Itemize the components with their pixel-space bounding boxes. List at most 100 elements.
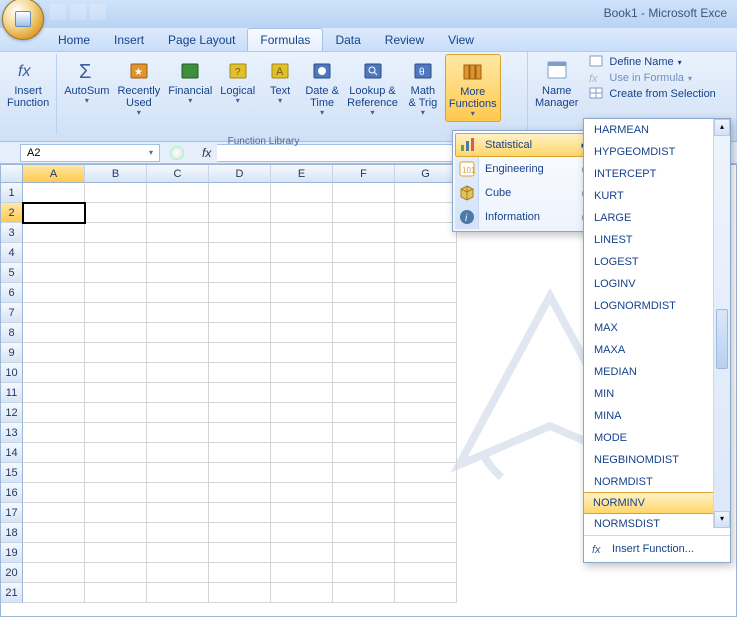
row-header[interactable]: 19: [1, 543, 23, 563]
insert-function-menu-item[interactable]: fx Insert Function...: [584, 535, 730, 562]
stat-item-hypgeomdist[interactable]: HYPGEOMDIST: [584, 141, 730, 163]
stat-item-normdist[interactable]: NORMDIST: [584, 471, 730, 493]
tab-data[interactable]: Data: [323, 29, 372, 51]
menu-item-cube[interactable]: Cube: [455, 181, 595, 205]
cell[interactable]: [395, 343, 457, 363]
cell[interactable]: [395, 483, 457, 503]
cell[interactable]: [333, 443, 395, 463]
cell[interactable]: [209, 423, 271, 443]
tab-page-layout[interactable]: Page Layout: [156, 29, 247, 51]
cell[interactable]: [271, 443, 333, 463]
cell[interactable]: [85, 543, 147, 563]
define-name-button[interactable]: Define Name▾: [587, 54, 717, 70]
cell[interactable]: [209, 223, 271, 243]
row-header[interactable]: 4: [1, 243, 23, 263]
cell[interactable]: [147, 363, 209, 383]
cell[interactable]: [85, 523, 147, 543]
cell[interactable]: [209, 303, 271, 323]
cell[interactable]: [395, 523, 457, 543]
cell[interactable]: [23, 503, 85, 523]
cell[interactable]: [333, 283, 395, 303]
column-header[interactable]: G: [395, 165, 457, 183]
cell[interactable]: [395, 363, 457, 383]
cell[interactable]: [147, 443, 209, 463]
lookup-reference-button[interactable]: Lookup & Reference▾: [344, 54, 401, 120]
cell[interactable]: [209, 363, 271, 383]
cell[interactable]: [147, 223, 209, 243]
row-header[interactable]: 3: [1, 223, 23, 243]
qat-undo-icon[interactable]: [70, 4, 86, 20]
cell[interactable]: [147, 283, 209, 303]
row-header[interactable]: 21: [1, 583, 23, 603]
cell[interactable]: [209, 283, 271, 303]
cell[interactable]: [209, 523, 271, 543]
stat-item-logest[interactable]: LOGEST: [584, 251, 730, 273]
cell[interactable]: [271, 463, 333, 483]
scrollbar[interactable]: ▴ ▾: [713, 119, 730, 528]
cell[interactable]: [209, 243, 271, 263]
cell[interactable]: [209, 383, 271, 403]
cell[interactable]: [395, 583, 457, 603]
cell[interactable]: [333, 543, 395, 563]
menu-item-engineering[interactable]: 101 Engineering: [455, 157, 595, 181]
cell[interactable]: [147, 243, 209, 263]
cell[interactable]: [23, 543, 85, 563]
cell[interactable]: [333, 183, 395, 203]
row-header[interactable]: 14: [1, 443, 23, 463]
cell[interactable]: [271, 283, 333, 303]
column-header[interactable]: A: [23, 165, 85, 183]
tab-home[interactable]: Home: [46, 29, 102, 51]
stat-item-mode[interactable]: MODE: [584, 427, 730, 449]
cell[interactable]: [85, 263, 147, 283]
cell[interactable]: [209, 583, 271, 603]
cell[interactable]: [85, 363, 147, 383]
cell[interactable]: [209, 503, 271, 523]
cell[interactable]: [271, 383, 333, 403]
cell[interactable]: [333, 363, 395, 383]
tab-formulas[interactable]: Formulas: [247, 28, 323, 51]
stat-item-loginv[interactable]: LOGINV: [584, 273, 730, 295]
row-header[interactable]: 8: [1, 323, 23, 343]
cell[interactable]: [23, 323, 85, 343]
stat-item-min[interactable]: MIN: [584, 383, 730, 405]
cell[interactable]: [147, 263, 209, 283]
row-header[interactable]: 2: [1, 203, 23, 223]
cell[interactable]: [395, 263, 457, 283]
stat-item-harmean[interactable]: HARMEAN: [584, 119, 730, 141]
row-header[interactable]: 18: [1, 523, 23, 543]
cell[interactable]: [271, 583, 333, 603]
cell[interactable]: [85, 583, 147, 603]
menu-item-information[interactable]: i Information: [455, 205, 595, 229]
cell[interactable]: [209, 323, 271, 343]
cell[interactable]: [147, 543, 209, 563]
stat-item-negbinomdist[interactable]: NEGBINOMDIST: [584, 449, 730, 471]
row-header[interactable]: 16: [1, 483, 23, 503]
column-header[interactable]: B: [85, 165, 147, 183]
cell[interactable]: [85, 383, 147, 403]
column-header[interactable]: C: [147, 165, 209, 183]
cell[interactable]: [333, 503, 395, 523]
cell[interactable]: [147, 463, 209, 483]
logical-button[interactable]: ? Logical▾: [217, 54, 258, 108]
cell[interactable]: [333, 423, 395, 443]
cell[interactable]: [333, 223, 395, 243]
cell[interactable]: [271, 343, 333, 363]
cell[interactable]: [147, 383, 209, 403]
row-header[interactable]: 17: [1, 503, 23, 523]
office-button[interactable]: [2, 0, 44, 40]
column-header[interactable]: E: [271, 165, 333, 183]
cell[interactable]: [85, 243, 147, 263]
cell[interactable]: [147, 403, 209, 423]
cell[interactable]: [23, 343, 85, 363]
date-time-button[interactable]: Date & Time▾: [302, 54, 342, 120]
use-in-formula-button[interactable]: fx Use in Formula▾: [587, 70, 717, 86]
tab-review[interactable]: Review: [373, 29, 436, 51]
cell[interactable]: [395, 283, 457, 303]
cell[interactable]: [147, 483, 209, 503]
stat-item-large[interactable]: LARGE: [584, 207, 730, 229]
cell[interactable]: [147, 303, 209, 323]
stat-item-intercept[interactable]: INTERCEPT: [584, 163, 730, 185]
row-header[interactable]: 13: [1, 423, 23, 443]
stat-item-kurt[interactable]: KURT: [584, 185, 730, 207]
cell[interactable]: [85, 483, 147, 503]
